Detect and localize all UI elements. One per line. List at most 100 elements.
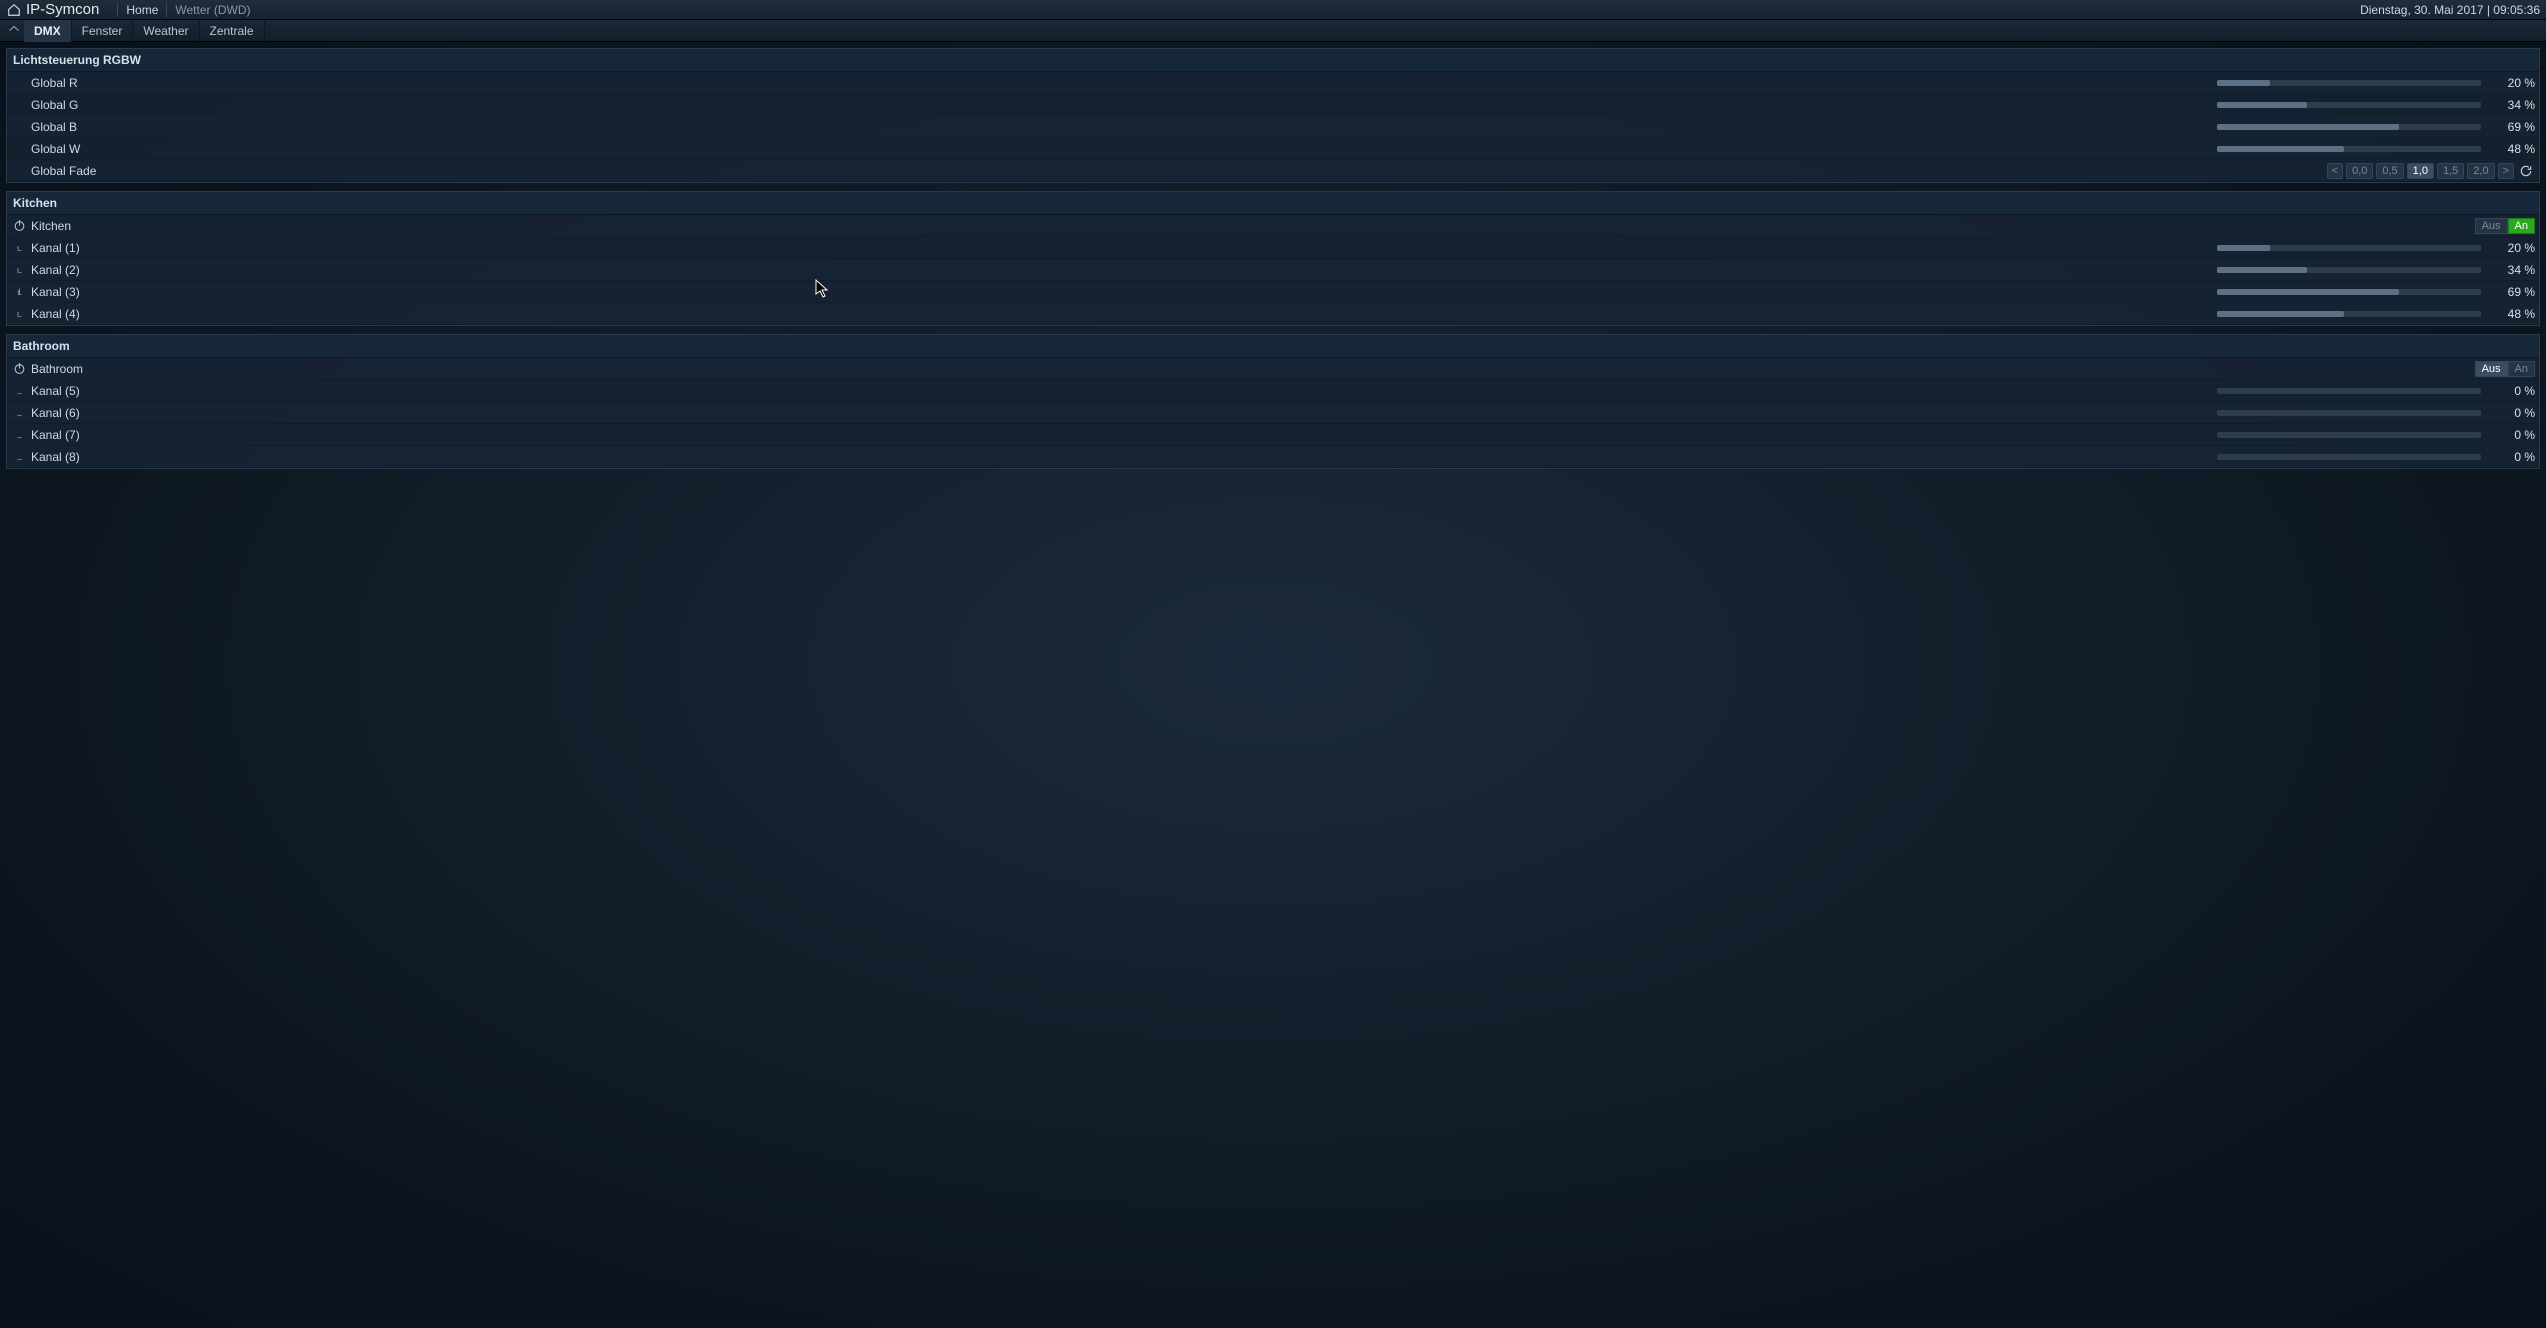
top-bar: IP-Symcon Home Wetter (DWD) Dienstag, 30… bbox=[0, 0, 2546, 20]
dots-icon: ... bbox=[11, 452, 27, 462]
row-kanal-5-: ... Kanal (5) 0 % bbox=[7, 380, 2539, 402]
row-label: Kanal (6) bbox=[31, 406, 80, 420]
breadcrumb-wetter[interactable]: Wetter (DWD) bbox=[175, 3, 250, 17]
fade-prev-button[interactable]: < bbox=[2327, 163, 2343, 179]
power-icon bbox=[11, 362, 27, 375]
slider[interactable] bbox=[2217, 144, 2481, 154]
panel-header: Kitchen bbox=[7, 192, 2539, 215]
brand-title: IP-Symcon bbox=[26, 1, 99, 18]
row-kitchen: Kitchen AusAn bbox=[7, 215, 2539, 237]
row-kanal-3-: ıl. Kanal (3) 69 % bbox=[7, 281, 2539, 303]
breadcrumb-home[interactable]: Home bbox=[126, 3, 158, 17]
panel-lichtsteuerung-rgbw: Lichtsteuerung RGBW Global R 20 % Global G 3… bbox=[6, 48, 2540, 183]
row-global-fade: Global Fade <0,00,51,01,52,0> bbox=[7, 160, 2539, 182]
toggle-off-button[interactable]: Aus bbox=[2475, 218, 2508, 234]
dots-icon: ... bbox=[11, 386, 27, 396]
slider[interactable] bbox=[2217, 265, 2481, 275]
percent-value: 34 % bbox=[2491, 98, 2535, 112]
percent-value: 0 % bbox=[2491, 384, 2535, 398]
panel-header: Bathroom bbox=[7, 335, 2539, 358]
tab-bar: DMXFensterWeatherZentrale bbox=[0, 20, 2546, 42]
percent-value: 69 % bbox=[2491, 285, 2535, 299]
slider[interactable] bbox=[2217, 100, 2481, 110]
percent-value: 48 % bbox=[2491, 142, 2535, 156]
fade-option-1-0[interactable]: 1,0 bbox=[2407, 163, 2434, 179]
row-kanal-8-: ... Kanal (8) 0 % bbox=[7, 446, 2539, 468]
percent-value: 0 % bbox=[2491, 406, 2535, 420]
slider[interactable] bbox=[2217, 309, 2481, 319]
slider[interactable] bbox=[2217, 430, 2481, 440]
row-label: Global R bbox=[31, 76, 78, 90]
row-label: Global B bbox=[31, 120, 77, 134]
separator bbox=[166, 3, 167, 17]
row-label: Kanal (1) bbox=[31, 241, 80, 255]
toggle: AusAn bbox=[2475, 218, 2535, 234]
slider[interactable] bbox=[2217, 243, 2481, 253]
toggle-on-button[interactable]: An bbox=[2508, 218, 2535, 234]
tab-zentrale[interactable]: Zentrale bbox=[200, 20, 265, 42]
row-global-w: Global W 48 % bbox=[7, 138, 2539, 160]
percent-value: 0 % bbox=[2491, 450, 2535, 464]
panel-header: Lichtsteuerung RGBW bbox=[7, 49, 2539, 72]
home-icon[interactable] bbox=[6, 2, 22, 18]
bars-mid-icon: ı.. bbox=[11, 309, 27, 319]
panel-kitchen: Kitchen Kitchen AusAn ı.. Kanal (1) 20 % ı.. Ka… bbox=[6, 191, 2540, 326]
percent-value: 20 % bbox=[2491, 76, 2535, 90]
row-label: Global Fade bbox=[31, 164, 96, 178]
row-label: Global G bbox=[31, 98, 78, 112]
row-label: Kanal (5) bbox=[31, 384, 80, 398]
row-label: Kanal (3) bbox=[31, 285, 80, 299]
slider[interactable] bbox=[2217, 78, 2481, 88]
percent-value: 20 % bbox=[2491, 241, 2535, 255]
fade-option-0-0[interactable]: 0,0 bbox=[2346, 163, 2373, 179]
row-label: Bathroom bbox=[31, 362, 83, 376]
slider[interactable] bbox=[2217, 287, 2481, 297]
row-kanal-4-: ı.. Kanal (4) 48 % bbox=[7, 303, 2539, 325]
slider[interactable] bbox=[2217, 452, 2481, 462]
slider[interactable] bbox=[2217, 386, 2481, 396]
row-global-r: Global R 20 % bbox=[7, 72, 2539, 94]
refresh-icon[interactable] bbox=[2517, 163, 2535, 179]
row-label: Kanal (2) bbox=[31, 263, 80, 277]
main-area: Lichtsteuerung RGBW Global R 20 % Global G 3… bbox=[0, 42, 2546, 1328]
fade-option-1-5[interactable]: 1,5 bbox=[2437, 163, 2464, 179]
bars-high-icon: ıl. bbox=[11, 287, 27, 297]
row-label: Global W bbox=[31, 142, 80, 156]
bars-low-icon: ı.. bbox=[11, 265, 27, 275]
separator bbox=[117, 3, 118, 17]
fade-next-button[interactable]: > bbox=[2498, 163, 2514, 179]
dots-icon: ... bbox=[11, 408, 27, 418]
tab-weather[interactable]: Weather bbox=[133, 20, 199, 42]
dots-icon: ... bbox=[11, 430, 27, 440]
power-icon bbox=[11, 219, 27, 232]
fade-control: <0,00,51,01,52,0> bbox=[2327, 163, 2535, 179]
percent-value: 48 % bbox=[2491, 307, 2535, 321]
row-kanal-7-: ... Kanal (7) 0 % bbox=[7, 424, 2539, 446]
slider[interactable] bbox=[2217, 122, 2481, 132]
tab-fenster[interactable]: Fenster bbox=[72, 20, 134, 42]
row-global-b: Global B 69 % bbox=[7, 116, 2539, 138]
row-kanal-2-: ı.. Kanal (2) 34 % bbox=[7, 259, 2539, 281]
percent-value: 34 % bbox=[2491, 263, 2535, 277]
row-kanal-1-: ı.. Kanal (1) 20 % bbox=[7, 237, 2539, 259]
tab-dmx[interactable]: DMX bbox=[24, 20, 72, 42]
row-label: Kanal (8) bbox=[31, 450, 80, 464]
bars-low-icon: ı.. bbox=[11, 243, 27, 253]
percent-value: 69 % bbox=[2491, 120, 2535, 134]
toggle: AusAn bbox=[2475, 361, 2535, 377]
back-icon[interactable] bbox=[4, 25, 24, 37]
slider[interactable] bbox=[2217, 408, 2481, 418]
fade-option-2-0[interactable]: 2,0 bbox=[2467, 163, 2494, 179]
row-bathroom: Bathroom AusAn bbox=[7, 358, 2539, 380]
row-label: Kanal (7) bbox=[31, 428, 80, 442]
panel-bathroom: Bathroom Bathroom AusAn... Kanal (5) 0 %... K… bbox=[6, 334, 2540, 469]
fade-option-0-5[interactable]: 0,5 bbox=[2376, 163, 2403, 179]
datetime-label: Dienstag, 30. Mai 2017 | 09:05:36 bbox=[2360, 3, 2540, 17]
row-label: Kitchen bbox=[31, 219, 71, 233]
toggle-off-button[interactable]: Aus bbox=[2475, 361, 2508, 377]
row-global-g: Global G 34 % bbox=[7, 94, 2539, 116]
row-kanal-6-: ... Kanal (6) 0 % bbox=[7, 402, 2539, 424]
percent-value: 0 % bbox=[2491, 428, 2535, 442]
toggle-on-button[interactable]: An bbox=[2508, 361, 2535, 377]
row-label: Kanal (4) bbox=[31, 307, 80, 321]
